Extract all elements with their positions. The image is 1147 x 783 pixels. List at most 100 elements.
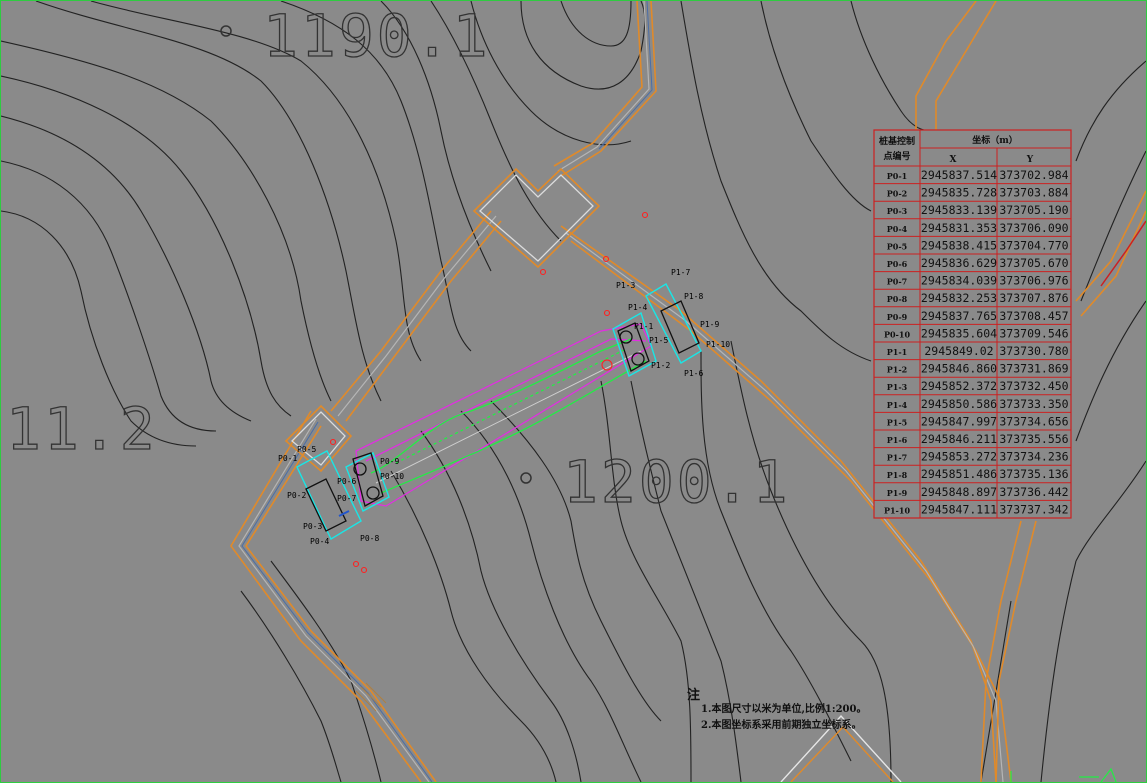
contour-line	[560, 1, 632, 47]
table-cell-id: P0-1	[887, 171, 907, 181]
point-label: P0-9	[380, 457, 399, 466]
contour-line	[1075, 460, 1146, 562]
table-cell-id: P1-10	[884, 505, 910, 515]
survey-marker	[603, 309, 611, 317]
elevation-point	[520, 472, 532, 484]
point-label: P1-2	[651, 361, 670, 370]
note-line: 2.本图坐标系采用前期独立坐标系。	[701, 718, 861, 731]
table-cell-y: 373736.442	[999, 485, 1068, 499]
table-cell-x: 2945837.514	[921, 168, 997, 182]
contour-line	[240, 590, 342, 782]
table-header-x: X	[950, 155, 957, 165]
table-cell-x: 2945836.629	[921, 256, 997, 270]
table-cell-y: 373735.136	[999, 467, 1068, 481]
table-cell-y: 373735.556	[999, 432, 1068, 446]
survey-marker	[641, 211, 649, 219]
table-cell-x: 2945848.897	[921, 485, 997, 499]
table-cell-id: P0-8	[887, 294, 908, 304]
table-cell-x: 2945847.111	[921, 502, 997, 516]
table-cell-y: 373734.236	[999, 450, 1068, 464]
point-label: P1-9	[700, 320, 719, 329]
contour-line	[390, 470, 557, 782]
table-cell-x: 2945833.139	[921, 203, 997, 217]
table-cell-y: 373733.350	[999, 397, 1068, 411]
table-header-id-1: 桩基控制	[879, 135, 915, 147]
table-cell-y: 373730.780	[999, 344, 1068, 358]
pile-circle	[631, 352, 645, 366]
point-label: P1-8	[684, 292, 703, 301]
point-label: P1-3	[616, 281, 635, 290]
elevation-labels: 1190.1 11.2 1200.1	[5, 1, 791, 516]
contour-line	[1040, 560, 1077, 782]
table-cell-id: P0-7	[887, 277, 907, 287]
elevation-label-left: 11.2	[6, 395, 158, 463]
contour-line	[520, 1, 646, 90]
table-cell-y: 373708.457	[999, 309, 1068, 323]
survey-marker	[539, 268, 547, 276]
table-cell-x: 2945831.353	[921, 221, 997, 235]
table-cell-y: 373709.546	[999, 326, 1068, 340]
table-cell-y: 373734.656	[999, 414, 1068, 428]
contour-line	[470, 1, 632, 146]
notes-block: 注 1.本图尺寸以米为单位,比例1:200。 2.本图坐标系采用前期独立坐标系。	[687, 687, 866, 731]
table-cell-y: 373731.869	[999, 362, 1068, 376]
table-cell-y: 373702.984	[999, 168, 1068, 182]
contour-line	[1075, 60, 1146, 162]
survey-marker	[329, 438, 337, 446]
contour-line	[700, 350, 852, 762]
point-label: P0-7	[337, 494, 356, 503]
contour-line	[270, 560, 382, 782]
contour-line	[420, 430, 582, 782]
table-cell-y: 373737.342	[999, 502, 1068, 516]
table-cell-y: 373704.770	[999, 238, 1068, 252]
table-cell-id: P1-1	[887, 347, 907, 357]
contour-line	[1, 115, 252, 422]
table-header-id-2: 点编号	[883, 150, 910, 162]
survey-marker	[352, 560, 360, 568]
table-header-y: Y	[1026, 155, 1034, 165]
table-cell-id: P1-7	[887, 453, 907, 463]
diamond-structure-left	[291, 411, 346, 466]
point-label: P1-1	[634, 322, 653, 331]
point-labels-p0: P0-1 P0-2 P0-3 P0-4 P0-5 P0-6 P0-7 P0-8 …	[278, 445, 404, 546]
road-edge	[330, 210, 492, 412]
table-cell-x: 2945852.372	[921, 379, 997, 393]
elevation-label-top: 1190.1	[263, 2, 491, 70]
table-cell-x: 2945847.997	[921, 414, 997, 428]
table-cell-id: P1-9	[887, 488, 908, 498]
road-edge	[1080, 210, 1146, 317]
point-label: P1-5	[649, 336, 668, 345]
table-cell-y: 373732.450	[999, 379, 1068, 393]
table-cell-x: 2945832.253	[921, 291, 997, 305]
cad-drawing-canvas[interactable]: 1190.1 11.2 1200.1 P0-1 P0-2 P0-3 P0-4 P…	[0, 0, 1147, 783]
contour-line	[1075, 300, 1146, 442]
contour-line	[760, 1, 872, 212]
contour-line	[730, 340, 892, 782]
pile-circle	[366, 486, 380, 500]
table-header-coord: 坐标（m）	[972, 134, 1018, 146]
table-cell-x: 2945835.604	[921, 326, 997, 340]
point-label: P0-1	[278, 454, 297, 463]
table-cell-x: 2945838.415	[921, 238, 997, 252]
table-cell-id: P1-4	[887, 400, 908, 410]
contour-line	[1, 75, 292, 417]
table-cell-id: P0-5	[887, 241, 907, 251]
red-boundary	[1100, 220, 1146, 287]
road-edge	[995, 520, 1037, 782]
table-cell-id: P1-3	[887, 382, 908, 392]
road-edge	[915, 1, 977, 131]
point-label: P0-3	[303, 522, 322, 531]
table-cell-id: P1-8	[887, 470, 908, 480]
table-cell-y: 373705.670	[999, 256, 1068, 270]
survey-marker	[601, 359, 613, 371]
point-label: P1-6	[684, 369, 703, 378]
table-cell-y: 373706.976	[999, 274, 1068, 288]
table-cell-id: P1-2	[887, 365, 907, 375]
table-cell-y: 373707.876	[999, 291, 1068, 305]
elevation-label-center: 1200.1	[563, 448, 791, 516]
elevation-point	[220, 25, 232, 37]
corner-marks	[1010, 767, 1117, 782]
table-cell-y: 373703.884	[999, 186, 1068, 200]
point-label: P1-7	[671, 268, 690, 277]
road-center	[557, 1, 650, 172]
